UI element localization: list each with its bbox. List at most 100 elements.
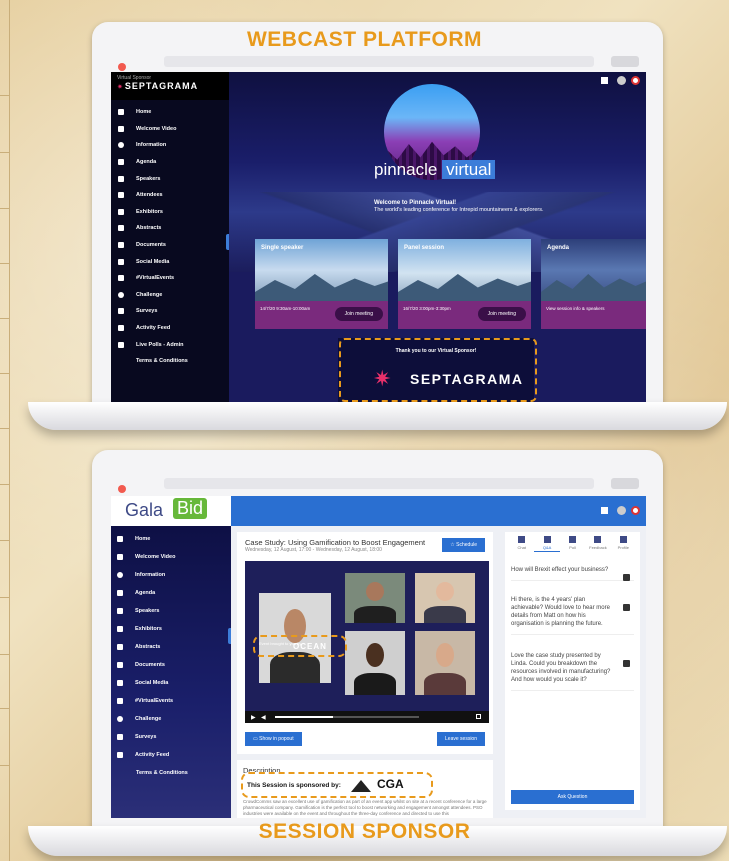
star-icon: ☆: [450, 542, 455, 548]
twitter-icon: [118, 275, 124, 282]
ask-question-button[interactable]: Ask Question: [511, 790, 634, 804]
url-bar[interactable]: [164, 56, 594, 67]
home-icon: [117, 536, 123, 542]
description-body: CrowdComms saw an excellent use of gamif…: [243, 799, 487, 816]
schedule-button[interactable]: ☆ Schedule: [442, 538, 485, 552]
nav-item-information[interactable]: Information: [111, 137, 229, 154]
nav-item-welcome-video[interactable]: Welcome Video: [111, 121, 229, 138]
nav-item-documents[interactable]: Documents: [111, 237, 229, 254]
session-card-single-speaker[interactable]: Single speaker 14/7/20 9:30am-10:00am Joi…: [255, 239, 388, 329]
thumbs-up-icon[interactable]: [623, 574, 630, 581]
nav-item-information[interactable]: Information: [111, 566, 231, 584]
session-card-panel[interactable]: Panel session 16/7/20 3:00pm-3:30pm Join …: [398, 239, 531, 329]
nav-item-attendees[interactable]: Attendees: [111, 187, 229, 204]
avatar[interactable]: [617, 76, 626, 85]
url-bar-2[interactable]: [164, 478, 594, 489]
people-icon: [118, 192, 124, 199]
nav-item-exhibitors[interactable]: Exhibitors: [111, 620, 231, 638]
session-main: Case Study: Using Gamification to Boost …: [231, 526, 499, 818]
user-menu-icon[interactable]: [631, 76, 640, 85]
target-icon: [117, 716, 123, 722]
volume-icon[interactable]: ◀: [261, 714, 266, 721]
nav-item-abstracts[interactable]: Abstracts: [111, 638, 231, 656]
pinnacle-virtual-logo: pinnacle virtual: [374, 160, 496, 180]
session-sponsor-outline[interactable]: This Session is sponsored by: CGA: [241, 772, 433, 798]
nav-item-activity-feed[interactable]: Activity Feed: [111, 746, 231, 764]
nav-item-social-media[interactable]: Social Media: [111, 674, 231, 692]
chat-bubble-icon[interactable]: [601, 507, 608, 514]
nav-item-exhibitors[interactable]: Exhibitors: [111, 204, 229, 221]
target-icon: [118, 291, 124, 298]
session-datetime: Wednesday, 12 August, 17:00 - Wednesday,…: [245, 547, 382, 553]
nav-item-live-polls[interactable]: Live Polls - Admin: [111, 336, 229, 353]
file-icon: [118, 242, 124, 249]
nav-item-virtual-events[interactable]: #VirtualEvents: [111, 270, 229, 287]
welcome-text: Welcome to Pinnacle Virtual! The world's…: [374, 200, 544, 213]
nav-item-home[interactable]: Home: [111, 530, 231, 548]
fullscreen-icon[interactable]: [476, 714, 481, 719]
nav-item-abstracts[interactable]: Abstracts: [111, 220, 229, 237]
flag-icon: [118, 208, 124, 215]
session-title: Case Study: Using Gamification to Boost …: [245, 538, 426, 547]
popout-icon: ▭: [253, 736, 258, 742]
twitter-icon: [117, 698, 123, 704]
calendar-icon: [118, 159, 124, 166]
grid-icon: [118, 258, 124, 265]
tab-poll[interactable]: Poll: [560, 536, 585, 552]
nav-item-challenge[interactable]: Challenge: [111, 287, 229, 304]
nav-item-social-media[interactable]: Social Media: [111, 253, 229, 270]
join-meeting-button[interactable]: Join meeting: [334, 307, 383, 321]
qa-icon: [543, 536, 551, 543]
qa-tabs: Chat Q&A Poll Feedback Profile: [505, 532, 640, 556]
webcast-nav: Home Welcome Video Information Agenda Sp…: [111, 100, 229, 370]
poll-icon: [569, 536, 577, 543]
user-menu-icon[interactable]: [631, 506, 640, 515]
profile-icon: [619, 536, 627, 543]
nav-item-agenda[interactable]: Agenda: [111, 584, 231, 602]
nav-item-welcome-video[interactable]: Welcome Video: [111, 548, 231, 566]
tab-qa[interactable]: Q&A: [534, 536, 560, 552]
video-controls[interactable]: ▶ ◀: [245, 711, 489, 723]
play-icon[interactable]: ▶: [251, 714, 256, 721]
question-item: How will Brexit effect your business?: [511, 566, 634, 581]
nav-item-speakers[interactable]: Speakers: [111, 602, 231, 620]
nav-item-speakers[interactable]: Speakers: [111, 170, 229, 187]
nav-item-terms[interactable]: Terms & Conditions: [111, 764, 231, 782]
video-tile: [345, 631, 405, 695]
nav-item-agenda[interactable]: Agenda: [111, 154, 229, 171]
join-meeting-button[interactable]: Join meeting: [477, 307, 526, 321]
qa-panel: Chat Q&A Poll Feedback Profile How will …: [505, 532, 640, 810]
nav-item-challenge[interactable]: Challenge: [111, 710, 231, 728]
tab-profile[interactable]: Profile: [611, 536, 636, 552]
avatar[interactable]: [617, 506, 626, 515]
question-item: Hi there, is the 4 years' plan achievabl…: [511, 596, 634, 635]
chat-bubble-icon[interactable]: [601, 77, 608, 84]
browser-menu[interactable]: [611, 56, 639, 67]
grid-icon: [117, 680, 123, 686]
tab-feedback[interactable]: Feedback: [585, 536, 610, 552]
thumbs-up-icon[interactable]: [623, 604, 630, 611]
thumbs-up-icon[interactable]: [623, 660, 630, 667]
galabid-logo[interactable]: Gala Bid: [111, 496, 231, 526]
nav-item-documents[interactable]: Documents: [111, 656, 231, 674]
browser-menu-2[interactable]: [611, 478, 639, 489]
nav-item-terms[interactable]: Terms & Conditions: [111, 353, 229, 370]
left-divider: [0, 0, 10, 861]
video-progress-bar[interactable]: [275, 716, 419, 718]
session-screen: Gala Bid Home Welcome Video Information A…: [111, 496, 646, 818]
leave-session-button[interactable]: Leave session: [437, 732, 485, 746]
session-card-agenda[interactable]: Agenda View session info & speakers: [541, 239, 646, 329]
chat-icon: [118, 308, 124, 315]
file-icon: [117, 662, 123, 668]
mountain-logo-icon: [351, 780, 371, 792]
nav-item-home[interactable]: Home: [111, 104, 229, 121]
webcast-platform-title: WEBCAST PLATFORM: [246, 28, 483, 51]
nav-item-activity-feed[interactable]: Activity Feed: [111, 320, 229, 337]
nav-item-virtual-events[interactable]: #VirtualEvents: [111, 692, 231, 710]
show-in-popout-button[interactable]: ▭ Show in popout: [245, 732, 302, 746]
tab-chat[interactable]: Chat: [509, 536, 534, 552]
video-tile: [415, 631, 475, 695]
nav-item-surveys[interactable]: Surveys: [111, 728, 231, 746]
qa-sidebar: Chat Q&A Poll Feedback Profile How will …: [499, 526, 646, 818]
nav-item-surveys[interactable]: Surveys: [111, 303, 229, 320]
